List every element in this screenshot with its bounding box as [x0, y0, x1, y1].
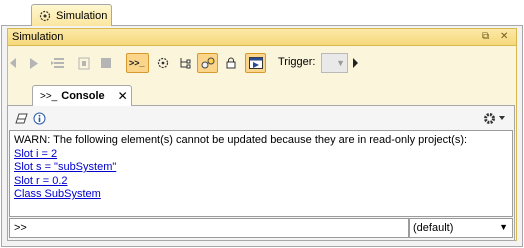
tree-icon[interactable] [175, 53, 195, 73]
step-into-icon[interactable] [48, 53, 68, 73]
console-output: WARN: The following element(s) cannot be… [9, 130, 513, 217]
step-back-icon[interactable] [8, 53, 18, 73]
eraser-icon[interactable] [13, 110, 29, 126]
console-input[interactable]: >> [9, 218, 409, 238]
gear-icon[interactable] [481, 110, 497, 126]
simulation-toolbar: >>_ Trigger: ▼ [8, 53, 508, 75]
autostart-icon[interactable] [245, 53, 266, 73]
close-icon[interactable]: ✕ [118, 89, 128, 103]
panel-title: Simulation [12, 31, 64, 43]
overflow-chevron-icon[interactable] [350, 53, 360, 73]
play-icon[interactable] [24, 53, 44, 73]
chevron-down-icon: ▼ [336, 58, 345, 68]
language-select[interactable]: (default) ▼ [409, 218, 513, 238]
panel-title-bar: Simulation ⧉ ✕ [7, 28, 517, 46]
step-over-icon[interactable] [74, 53, 94, 73]
language-select-value: (default) [413, 222, 454, 234]
info-icon[interactable] [31, 110, 47, 126]
stop-icon[interactable] [96, 53, 116, 73]
gear-menu-chevron-icon[interactable] [497, 110, 507, 126]
link-slot-s[interactable]: Slot s = "subSystem" [14, 161, 508, 175]
chevron-down-icon: ▼ [499, 222, 508, 232]
console-toolbar [13, 110, 513, 128]
trigger-label: Trigger: [278, 56, 316, 68]
sessions-icon[interactable] [153, 53, 173, 73]
link-slot-i[interactable]: Slot i = 2 [14, 148, 508, 162]
console-input-value: >> [14, 222, 27, 234]
simulation-icon [39, 10, 51, 21]
link-class-subsystem[interactable]: Class SubSystem [14, 188, 508, 202]
warn-message: WARN: The following element(s) cannot be… [14, 134, 468, 146]
tab-console-label: Console [61, 90, 105, 102]
svg-text:>>_: >>_ [129, 58, 146, 68]
lock-icon[interactable] [221, 53, 241, 73]
console-prompt-icon: >>_ [40, 90, 58, 102]
close-panel-icon[interactable]: ✕ [500, 31, 508, 42]
console-toggle-icon[interactable]: >>_ [126, 53, 149, 73]
animation-icon[interactable] [197, 53, 218, 73]
restore-icon[interactable]: ⧉ [482, 31, 489, 42]
link-slot-r[interactable]: Slot r = 0.2 [14, 175, 508, 189]
tab-simulation[interactable]: Simulation [31, 4, 112, 26]
tab-console[interactable]: >>_ Console ✕ [32, 85, 132, 106]
tab-simulation-label: Simulation [56, 9, 108, 22]
trigger-select[interactable]: ▼ [321, 53, 348, 73]
